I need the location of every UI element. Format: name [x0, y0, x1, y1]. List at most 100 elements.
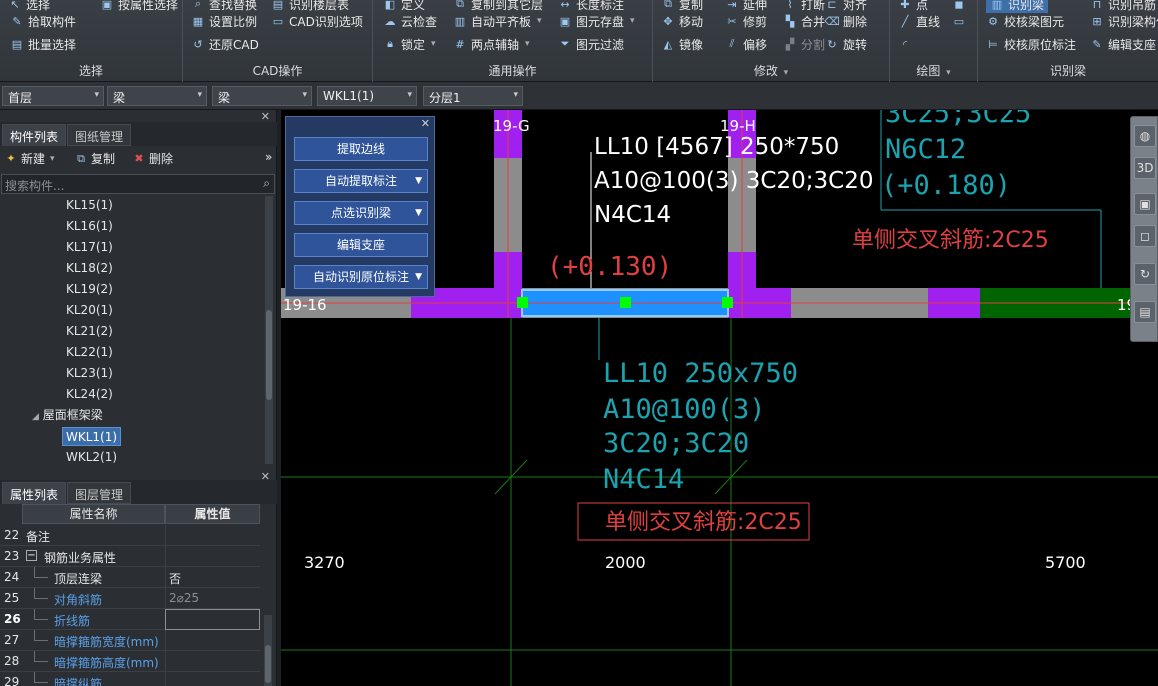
- tree-group-toggle[interactable]: ◢ 屋面框架梁: [32, 406, 103, 425]
- grip-handle[interactable]: [517, 297, 528, 308]
- cube-view-icon[interactable]: ▣: [1134, 193, 1156, 215]
- tree-scrollbar[interactable]: [265, 196, 273, 464]
- cad-text-red: 单侧交叉斜筋:2C25: [605, 510, 802, 535]
- set-scale-button[interactable]: ▦ 设置比例: [191, 12, 257, 30]
- dimension-label: 2000: [605, 553, 646, 572]
- property-row[interactable]: 23− 钢筋业务属性: [0, 546, 260, 567]
- draw-line-button[interactable]: ╱ 直线: [898, 12, 940, 30]
- property-value[interactable]: [165, 546, 260, 567]
- tree-item[interactable]: KL15(1): [66, 196, 113, 215]
- property-row[interactable]: 28 暗撑箍筋高度(mm): [0, 651, 260, 672]
- scrollbar-thumb[interactable]: [265, 645, 271, 683]
- tab-drawing-management[interactable]: 图纸管理: [67, 124, 132, 146]
- delete-button[interactable]: ⌫ 删除: [824, 12, 867, 30]
- tree-item[interactable]: WKL2(1): [66, 448, 117, 464]
- delete-component-button[interactable]: ✖ 删除: [132, 150, 173, 167]
- edit-support-button[interactable]: ✎ 编辑支座: [1090, 35, 1156, 53]
- row-number: 22: [4, 528, 20, 542]
- copy-component-button[interactable]: ⧉ 复制: [74, 150, 115, 167]
- split-button[interactable]: ▞ 分割: [783, 35, 825, 53]
- check-beam-button[interactable]: ⚙ 校核梁图元: [986, 12, 1064, 30]
- tree-item[interactable]: KL18(2): [66, 259, 113, 278]
- mirror-icon: ◭: [663, 37, 673, 51]
- tree-item[interactable]: KL23(1): [66, 364, 113, 383]
- move-button[interactable]: ✥ 移动: [661, 12, 703, 30]
- search-input[interactable]: 搜索构件... ⌕: [1, 174, 275, 194]
- axis-label: 19-G: [493, 117, 530, 135]
- tree-item-selected[interactable]: WKL1(1): [62, 427, 122, 446]
- tab-component-list[interactable]: 构件列表: [2, 124, 67, 146]
- two-point-axis-button[interactable]: # 两点辅轴 ▾: [453, 35, 529, 53]
- rotate-view-icon[interactable]: ↻: [1134, 263, 1156, 285]
- tree-item[interactable]: KL22(1): [66, 343, 113, 362]
- property-value[interactable]: [165, 609, 260, 630]
- merge-button[interactable]: ▚ 合并: [783, 12, 825, 30]
- new-component-button[interactable]: ✦ 新建 ▾: [4, 150, 54, 167]
- element-filter-button[interactable]: ⏷ 图元过滤: [558, 35, 624, 53]
- property-value[interactable]: [165, 525, 260, 546]
- pick-component-button[interactable]: ✎ 拾取构件: [10, 12, 76, 30]
- draw-arc-button[interactable]: ◜: [898, 35, 912, 53]
- copy-icon: ⧉: [664, 0, 672, 10]
- mirror-button[interactable]: ◭ 镜像: [661, 35, 703, 53]
- tree-item[interactable]: KL20(1): [66, 301, 113, 320]
- batch-select-button[interactable]: ▤ 批量选择: [10, 35, 76, 53]
- property-value[interactable]: [165, 672, 260, 686]
- edit-support-panel-button[interactable]: 编辑支座: [294, 233, 428, 257]
- close-icon[interactable]: ✕: [421, 117, 430, 130]
- category-select[interactable]: 梁 ▾: [107, 86, 207, 106]
- layer-select-button[interactable]: ▣ 按属性选择: [100, 0, 178, 13]
- property-scrollbar[interactable]: [264, 615, 272, 686]
- tree-item[interactable]: KL19(2): [66, 280, 113, 299]
- property-row[interactable]: 24 顶层连梁 否: [0, 567, 260, 588]
- tab-layer-management[interactable]: 图层管理: [67, 482, 132, 504]
- property-row[interactable]: 29 暗撑纵筋: [0, 672, 260, 686]
- save-elements-button[interactable]: ▣ 图元存盘 ▾: [558, 12, 635, 30]
- cad-text-cyan: 3C20;3C20: [603, 428, 750, 459]
- cad-options-button[interactable]: ▭ CAD识别选项: [271, 12, 363, 30]
- offset-button[interactable]: ⫽ 偏移: [725, 35, 767, 53]
- auto-align-slab-button[interactable]: ▥ 自动平齐板 ▾: [453, 12, 542, 30]
- property-row[interactable]: 22 备注: [0, 525, 260, 546]
- rotate-button[interactable]: ↻ 旋转: [825, 35, 867, 53]
- trim-button[interactable]: ✂ 修剪: [725, 12, 767, 30]
- tree-connector: [34, 630, 48, 641]
- property-value[interactable]: 2⌀25: [165, 588, 260, 609]
- draw-rect2-button[interactable]: ▭: [952, 12, 966, 30]
- component-select[interactable]: WKL1(1) ▾: [317, 86, 417, 106]
- settings-view-icon[interactable]: ▤: [1134, 301, 1156, 323]
- auto-identify-inplace-button[interactable]: 自动识别原位标注 ▼: [294, 265, 428, 289]
- collapse-icon[interactable]: −: [26, 550, 37, 561]
- lock-button[interactable]: 🔒︎ 锁定 ▾: [383, 35, 435, 53]
- pick-identify-beam-button[interactable]: 点选识别梁 ▼: [294, 201, 428, 225]
- property-value[interactable]: 否: [165, 567, 260, 588]
- tree-connector: [34, 672, 48, 683]
- property-value[interactable]: [165, 651, 260, 672]
- auto-extract-mark-button[interactable]: 自动提取标注 ▼: [294, 169, 428, 193]
- orbit-icon[interactable]: ◍: [1134, 125, 1156, 147]
- view-3d-icon[interactable]: 3D: [1134, 157, 1156, 179]
- check-inplace-mark-button[interactable]: ⊨ 校核原位标注: [986, 35, 1076, 53]
- property-row[interactable]: 27 暗撑箍筋宽度(mm): [0, 630, 260, 651]
- point-icon: ✚: [900, 0, 910, 11]
- tree-item[interactable]: KL16(1): [66, 217, 113, 236]
- floor-select[interactable]: 首层 ▾: [2, 86, 104, 106]
- property-value[interactable]: [165, 630, 260, 651]
- scrollbar-thumb[interactable]: [266, 310, 272, 400]
- type-select[interactable]: 梁 ▾: [212, 86, 312, 106]
- tab-property-list[interactable]: 属性列表: [2, 482, 67, 504]
- expand-toolbar-icon[interactable]: »: [265, 150, 272, 164]
- grip-handle[interactable]: [620, 297, 631, 308]
- cloud-check-button[interactable]: ☁ 云检查: [383, 12, 438, 30]
- sublayer-select[interactable]: 分层1 ▾: [423, 86, 523, 106]
- tree-item[interactable]: KL21(2): [66, 322, 113, 341]
- property-row[interactable]: 26 折线筋: [0, 609, 260, 630]
- restore-cad-button[interactable]: ↺ 还原CAD: [191, 35, 258, 53]
- identify-beam-component-button[interactable]: ⊞识别梁构件: [1090, 12, 1158, 30]
- grip-handle[interactable]: [722, 297, 733, 308]
- property-row[interactable]: 25 对角斜筋 2⌀25: [0, 588, 260, 609]
- extract-edges-button[interactable]: 提取边线: [294, 137, 428, 161]
- box-view-icon[interactable]: ◻: [1134, 225, 1156, 247]
- tree-item[interactable]: KL17(1): [66, 238, 113, 257]
- tree-item[interactable]: KL24(2): [66, 385, 113, 404]
